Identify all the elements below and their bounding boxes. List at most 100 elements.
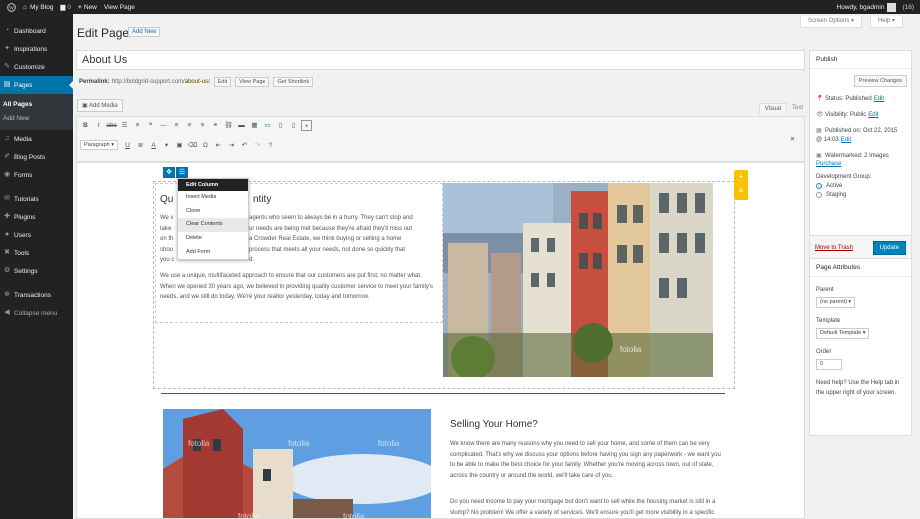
paragraph-1-right: agents who seem to always be in a hurry.… [249, 213, 439, 266]
post-title-input[interactable]: About Us [76, 50, 805, 70]
menu-insert-media[interactable]: Insert Media [178, 191, 248, 205]
menu-delete[interactable]: Delete [178, 232, 248, 246]
menu-tutorials[interactable]: ✉ Tutorials [0, 190, 73, 208]
menu-tools[interactable]: ✖ Tools [0, 244, 73, 262]
move-to-trash-link[interactable]: Move to Trash [815, 245, 853, 251]
bullet-list-icon[interactable]: ☰ [119, 120, 130, 131]
menu-media[interactable]: ♫ Media [0, 130, 73, 148]
menu-inspirations[interactable]: ✦ Inspirations [0, 40, 73, 58]
read-more-icon[interactable]: ▬ [236, 120, 247, 131]
submenu-all-pages[interactable]: All Pages [0, 98, 73, 112]
outdent-icon[interactable]: ⇤ [213, 140, 224, 151]
menu-dashboard[interactable]: ◔ Dashboard [0, 22, 73, 40]
add-section-icon[interactable]: + [301, 119, 312, 131]
text-color-icon[interactable]: A [148, 140, 159, 151]
order-input[interactable]: 0 [816, 359, 842, 370]
strikethrough-icon[interactable]: abc [106, 120, 117, 131]
align-center-icon[interactable]: ≡ [184, 120, 195, 131]
new-content-link[interactable]: + New [78, 4, 97, 11]
column-menu-icon[interactable]: ☰ [176, 167, 188, 178]
link-icon[interactable]: ⚭ [210, 120, 221, 131]
staging-radio[interactable] [816, 192, 822, 198]
template-select[interactable]: Default Template ▾ [816, 328, 870, 339]
menu-blog-posts[interactable]: ✐ Blog Posts [0, 148, 73, 166]
horizontal-line-icon[interactable]: — [158, 120, 169, 131]
justify-icon[interactable]: ≣ [135, 140, 146, 151]
template-label: Template [816, 318, 841, 324]
bold-icon[interactable]: B [80, 120, 91, 131]
publish-panel: Publish Preview Changes 📍 Status: Publish… [809, 50, 912, 260]
comments-link[interactable]: ▆ 0 [60, 3, 71, 12]
dropdown-arrow-icon[interactable]: ▾ [161, 140, 172, 151]
help-icon[interactable]: ? [265, 140, 276, 151]
section-controls[interactable]: + ≡ [734, 170, 748, 200]
active-radio[interactable] [816, 183, 822, 189]
edit-date-link[interactable]: Edit [841, 137, 851, 143]
menu-collapse[interactable]: ◀ Collapse menu [0, 304, 73, 322]
menu-clone[interactable]: Clone [178, 205, 248, 219]
menu-add-form[interactable]: Add Form [178, 246, 248, 260]
tab-visual[interactable]: Visual [758, 103, 787, 114]
home-icon: ⌂ [23, 3, 27, 11]
edit-visibility-link[interactable]: Edit [868, 112, 878, 118]
menu-customize[interactable]: ✎ Customize [0, 58, 73, 76]
preview-changes-button[interactable]: Preview Changes [853, 75, 907, 87]
clear-formatting-icon[interactable]: ⌫ [187, 140, 198, 151]
howdy-link[interactable]: Howdy, bgadmin [837, 4, 885, 11]
special-character-icon[interactable]: Ω [200, 140, 211, 151]
numbered-list-icon[interactable]: ≡ [132, 120, 143, 131]
menu-settings[interactable]: ⚙ Settings [0, 262, 73, 280]
submenu-add-new[interactable]: Add New [0, 112, 73, 126]
underline-icon[interactable]: U [122, 140, 133, 151]
align-right-icon[interactable]: ≡ [197, 120, 208, 131]
fullscreen-icon[interactable]: ✕ [787, 134, 798, 145]
paste-text-icon[interactable]: ▣ [174, 140, 185, 151]
move-icon[interactable]: ✥ [163, 167, 175, 178]
menu-plugins[interactable]: ✚ Plugins [0, 208, 73, 226]
wordpress-logo-icon[interactable]: W [7, 2, 16, 12]
add-new-button[interactable]: Add New [128, 27, 161, 37]
avatar[interactable] [887, 2, 897, 12]
italic-icon[interactable]: I [93, 120, 104, 131]
section-menu-icon[interactable]: ≡ [734, 184, 748, 198]
unlink-icon[interactable]: ⛓ [223, 120, 234, 131]
edit-status-link[interactable]: Edit [874, 96, 884, 102]
blockquote-icon[interactable]: ❝ [145, 120, 156, 131]
houses-photo[interactable] [443, 183, 713, 377]
redo-icon[interactable]: ↷ [252, 140, 263, 151]
editor-canvas[interactable]: Qu ntity We v take on th shou you c agen… [76, 162, 805, 519]
screen-options-button[interactable]: Screen Options ▾ [800, 16, 863, 28]
permalink-slug[interactable]: about-us [184, 79, 209, 85]
menu-clear-contents[interactable]: Clear Contents [178, 218, 248, 233]
notification-count[interactable]: (16) [902, 4, 914, 11]
indent-icon[interactable]: ⇥ [226, 140, 237, 151]
help-button[interactable]: Help ▾ [870, 16, 904, 28]
phone-icon[interactable]: ▯ [288, 120, 299, 131]
tab-text[interactable]: Text [787, 103, 808, 114]
menu-transactions[interactable]: ⊕ Transactions [0, 286, 73, 304]
menu-forms[interactable]: ◉ Forms [0, 166, 73, 184]
format-select[interactable]: Paragraph ▾ [80, 140, 118, 150]
red-houses-photo[interactable]: fotolia fotolia fotolia fotolia fotolia [163, 409, 431, 518]
edit-permalink-button[interactable]: Edit [213, 77, 232, 87]
parent-select[interactable]: (no parent) ▾ [816, 297, 856, 308]
desktop-icon[interactable]: ▭ [262, 120, 273, 131]
purchase-link[interactable]: Purchase [816, 161, 841, 167]
view-page-button[interactable]: View Page [235, 77, 270, 87]
site-name-link[interactable]: ⌂ My Blog [23, 4, 53, 11]
update-button[interactable]: Update [872, 240, 906, 255]
menu-users[interactable]: ● Users [0, 226, 73, 244]
forms-icon: ◉ [3, 171, 11, 178]
view-page-link[interactable]: View Page [104, 4, 135, 11]
undo-icon[interactable]: ↶ [239, 140, 250, 151]
add-icon[interactable]: + [734, 170, 748, 184]
radio-staging-row[interactable]: Staging [810, 192, 911, 198]
radio-active-row[interactable]: Active [810, 183, 911, 189]
get-shortlink-button[interactable]: Get Shortlink [273, 77, 314, 87]
table-icon[interactable]: ▦ [249, 120, 260, 131]
menu-pages[interactable]: ▤ Pages [0, 76, 73, 94]
align-left-icon[interactable]: ≡ [171, 120, 182, 131]
tablet-icon[interactable]: ▯ [275, 120, 286, 131]
menu-edit-column[interactable]: Edit Column [178, 179, 248, 191]
add-media-button[interactable]: ▣ Add Media [77, 99, 123, 112]
